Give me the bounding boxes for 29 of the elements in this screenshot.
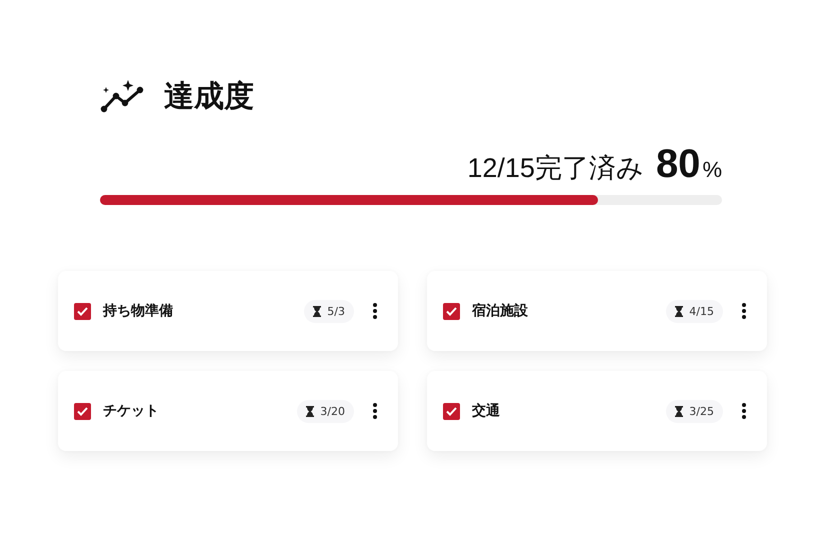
task-name: 宿泊施設: [472, 302, 529, 320]
checkmark-icon: [77, 406, 88, 416]
task-name: 持ち物準備: [103, 302, 174, 320]
more-vertical-icon: [373, 303, 377, 319]
task-name: 交通: [472, 402, 501, 420]
checkmark-icon: [446, 306, 457, 316]
hourglass-icon: [675, 406, 684, 416]
more-vertical-icon: [742, 303, 746, 319]
hourglass-icon: [313, 306, 322, 316]
sparkle-chart-icon: [100, 79, 146, 113]
hourglass-icon: [306, 406, 314, 416]
more-vertical-icon: [373, 403, 377, 419]
checkbox[interactable]: [443, 402, 460, 420]
count-text: 5/3: [327, 304, 345, 318]
more-vertical-icon: [742, 403, 746, 419]
checkmark-icon: [446, 406, 457, 416]
section-title: 達成度: [164, 78, 254, 116]
count-text: 3/25: [689, 404, 714, 418]
hourglass-icon: [675, 306, 684, 316]
percent-unit: %: [702, 157, 722, 183]
count-text: 4/15: [689, 304, 714, 318]
checkbox[interactable]: [443, 302, 460, 320]
count-text: 3/20: [320, 404, 345, 418]
completion-summary: 12/15完了済み: [467, 152, 644, 185]
task-name: チケット: [103, 402, 160, 420]
checkbox[interactable]: [74, 302, 91, 320]
checkmark-icon: [77, 306, 88, 316]
percent-value: 80: [656, 142, 700, 187]
checkbox[interactable]: [74, 402, 91, 420]
